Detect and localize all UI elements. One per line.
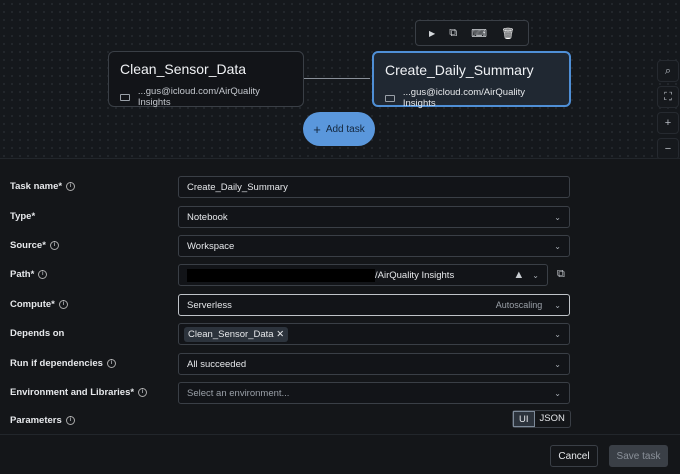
node-path: ...gus@icloud.com/AirQuality Insights [402,87,525,109]
depends-on-label: Depends on [10,328,65,339]
chevron-down-icon: ⌄ [554,241,561,251]
fit-view-icon[interactable]: ⛶ [657,86,679,108]
info-icon[interactable]: i [66,182,76,191]
chevron-down-icon: ⌄ [554,212,561,222]
add-task-button[interactable]: + Add task [303,112,375,146]
run-if-label: Run if dependencies [10,358,103,369]
environment-label: Environment and Libraries* [10,387,135,398]
info-icon[interactable]: i [106,359,116,368]
divider [0,434,680,435]
node-toolbar: ▶ ⧉ ⌨ 🗑 [415,20,529,46]
depends-on-select[interactable]: Clean_Sensor_Data ✕ ⌄ [178,323,570,345]
parameters-mode-toggle: UI JSON [512,410,571,428]
task-name-input[interactable]: Create_Daily_Summary [178,176,570,198]
info-icon[interactable]: i [138,388,148,397]
chevron-down-icon: ⌄ [554,300,561,310]
environment-select[interactable]: Select an environment... ⌄ [178,382,570,404]
task-name-label: Task name* [10,181,63,192]
ui-mode-button[interactable]: UI [513,411,535,427]
node-title: Clean_Sensor_Data [120,61,247,77]
zoom-in-icon[interactable]: + [657,112,679,134]
path-label: Path* [10,269,35,280]
run-icon[interactable]: ▶ [429,29,435,38]
clone-icon[interactable]: ⧉ [449,27,457,40]
chevron-down-icon: ⌄ [554,388,561,398]
dependency-edge [304,78,370,79]
json-mode-button[interactable]: JSON [535,411,570,427]
save-task-button[interactable]: Save task [609,445,668,467]
remove-icon[interactable]: ✕ [276,329,284,340]
chevron-down-icon: ⌄ [554,359,561,369]
source-label: Source* [10,240,46,251]
plus-icon: + [313,121,321,137]
run-if-select[interactable]: All succeeded ⌄ [178,353,570,375]
autoscaling-hint: Autoscaling [495,300,543,310]
type-label: Type* [10,211,36,222]
task-node-create-daily-summary[interactable]: Create_Daily_Summary ...gus@icloud.com/A… [372,51,571,109]
source-select[interactable]: Workspace ⌄ [178,235,570,257]
info-icon[interactable]: i [38,270,48,279]
task-node-clean-sensor-data[interactable]: Clean_Sensor_Data ...gus@icloud.com/AirQ… [108,51,304,108]
comment-icon[interactable]: ⌨ [471,27,487,40]
copy-icon[interactable]: ⧉ [557,268,565,281]
node-path: ...gus@icloud.com/AirQuality Insights [137,86,260,108]
dependency-chip: Clean_Sensor_Data ✕ [184,326,289,342]
folder-icon [120,93,130,101]
type-select[interactable]: Notebook ⌄ [178,206,570,228]
dag-canvas[interactable]: Clean_Sensor_Data ...gus@icloud.com/AirQ… [0,0,680,160]
zoom-out-icon[interactable]: − [657,138,679,160]
redacted-path [187,268,375,282]
folder-icon [385,94,395,102]
search-icon[interactable]: ⌕ [657,60,679,82]
compute-select[interactable]: Serverless Autoscaling ⌄ [178,294,570,316]
chevron-down-icon: ⌄ [554,329,561,339]
compute-label: Compute* [10,299,55,310]
node-title: Create_Daily_Summary [385,62,534,78]
delete-icon[interactable]: 🗑 [501,27,515,40]
chevron-down-icon: ⌄ [532,270,539,280]
info-icon[interactable]: i [58,300,68,309]
task-form-panel: Task name* i Create_Daily_Summary Type* N… [0,158,680,474]
path-input[interactable]: /AirQuality Insights ▲ ⌄ [178,264,548,286]
parameters-label: Parameters [10,415,62,426]
info-icon[interactable]: i [49,241,59,250]
warning-icon: ▲ [513,269,525,281]
info-icon[interactable]: i [65,416,75,425]
cancel-button[interactable]: Cancel [550,445,598,467]
